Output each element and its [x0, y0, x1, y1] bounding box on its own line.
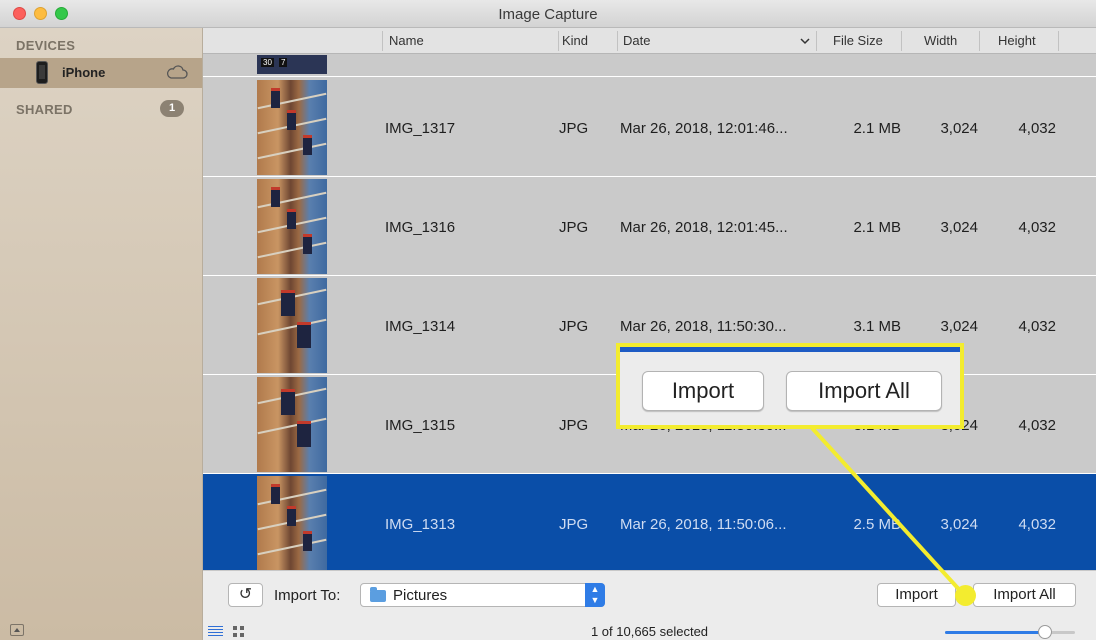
callout-zoom: Import Import All	[616, 343, 964, 429]
shared-header: SHARED	[16, 102, 73, 117]
cell-name: IMG_1315	[385, 417, 456, 434]
thumbnail: 30 7	[257, 55, 327, 74]
cell-date: Mar 26, 2018, 12:01:46...	[620, 120, 788, 137]
cell-kind: JPG	[559, 516, 589, 533]
table-row-selected[interactable]: IMG_1313 JPG Mar 26, 2018, 11:50:06... 2…	[203, 474, 1096, 570]
import-button[interactable]: Import	[877, 583, 956, 607]
cell-width: 3,024	[940, 516, 978, 533]
thumbnail-size-slider[interactable]	[945, 625, 1075, 639]
cell-height: 4,032	[1018, 120, 1056, 137]
cell-size: 3.1 MB	[853, 318, 901, 335]
cell-name: IMG_1314	[385, 318, 456, 335]
column-file-size[interactable]: File Size	[833, 33, 883, 48]
import-to-label: Import To:	[274, 587, 341, 604]
cell-date: Mar 26, 2018, 12:01:45...	[620, 219, 788, 236]
table-header: Name Kind Date File Size Width Height	[203, 28, 1096, 54]
sidebar-item-iphone[interactable]: iPhone	[0, 58, 202, 88]
thumbnail	[257, 80, 327, 175]
thumbnail	[257, 377, 327, 472]
slider-knob[interactable]	[1038, 625, 1053, 639]
folder-icon	[370, 587, 386, 602]
slider-fill	[945, 631, 1046, 634]
cell-height: 4,032	[1018, 318, 1056, 335]
column-name[interactable]: Name	[389, 33, 424, 48]
cell-height: 4,032	[1018, 219, 1056, 236]
table-row-partial[interactable]: 30 7	[203, 54, 1096, 77]
shared-count-badge: 1	[160, 100, 184, 117]
window-title: Image Capture	[498, 6, 598, 23]
cell-width: 3,024	[940, 318, 978, 335]
cell-kind: JPG	[559, 417, 589, 434]
cell-name: IMG_1313	[385, 516, 456, 533]
phone-icon	[36, 61, 48, 84]
cell-height: 4,032	[1018, 516, 1056, 533]
cell-size: 2.5 MB	[853, 516, 901, 533]
chevron-down-icon	[800, 38, 810, 45]
cell-height: 4,032	[1018, 417, 1056, 434]
cell-size: 2.1 MB	[853, 219, 901, 236]
sidebar-toggle-icon[interactable]	[10, 624, 24, 636]
column-width[interactable]: Width	[924, 33, 957, 48]
title-bar: Image Capture	[0, 0, 1096, 28]
cell-kind: JPG	[559, 318, 589, 335]
cloud-eject-icon[interactable]	[166, 64, 188, 82]
cell-name: IMG_1316	[385, 219, 456, 236]
cell-date: Mar 26, 2018, 11:50:30...	[620, 318, 787, 335]
import-destination-select[interactable]: Pictures ▲ ▼	[360, 583, 605, 607]
cell-width: 3,024	[940, 219, 978, 236]
column-kind[interactable]: Kind	[562, 33, 588, 48]
callout-marker-dot	[955, 585, 976, 606]
cell-kind: JPG	[559, 219, 589, 236]
table-row[interactable]: IMG_1316 JPG Mar 26, 2018, 12:01:45... 2…	[203, 177, 1096, 276]
devices-header: DEVICES	[16, 38, 76, 53]
rotate-left-icon: ↺	[238, 586, 253, 603]
destination-value: Pictures	[393, 587, 448, 604]
thumbnail	[257, 179, 327, 274]
rotate-left-button[interactable]: ↺	[228, 583, 263, 607]
image-list: Name Kind Date File Size Width Height 30…	[203, 28, 1096, 570]
cell-date: Mar 26, 2018, 11:50:06...	[620, 516, 787, 533]
callout-import-button: Import	[642, 371, 764, 411]
cell-kind: JPG	[559, 120, 589, 137]
column-date[interactable]: Date	[623, 33, 650, 48]
select-stepper-icon: ▲ ▼	[585, 583, 605, 607]
device-label: iPhone	[62, 65, 106, 80]
sidebar: DEVICES iPhone SHARED 1	[0, 28, 203, 640]
cell-size: 2.1 MB	[853, 120, 901, 137]
cell-name: IMG_1317	[385, 120, 456, 137]
import-all-button[interactable]: Import All	[973, 583, 1076, 607]
table-row[interactable]: IMG_1317 JPG Mar 26, 2018, 12:01:46... 2…	[203, 78, 1096, 177]
column-height[interactable]: Height	[998, 33, 1036, 48]
cell-width: 3,024	[940, 120, 978, 137]
thumbnail	[257, 278, 327, 373]
callout-import-all-button: Import All	[786, 371, 942, 411]
thumbnail	[257, 476, 327, 570]
